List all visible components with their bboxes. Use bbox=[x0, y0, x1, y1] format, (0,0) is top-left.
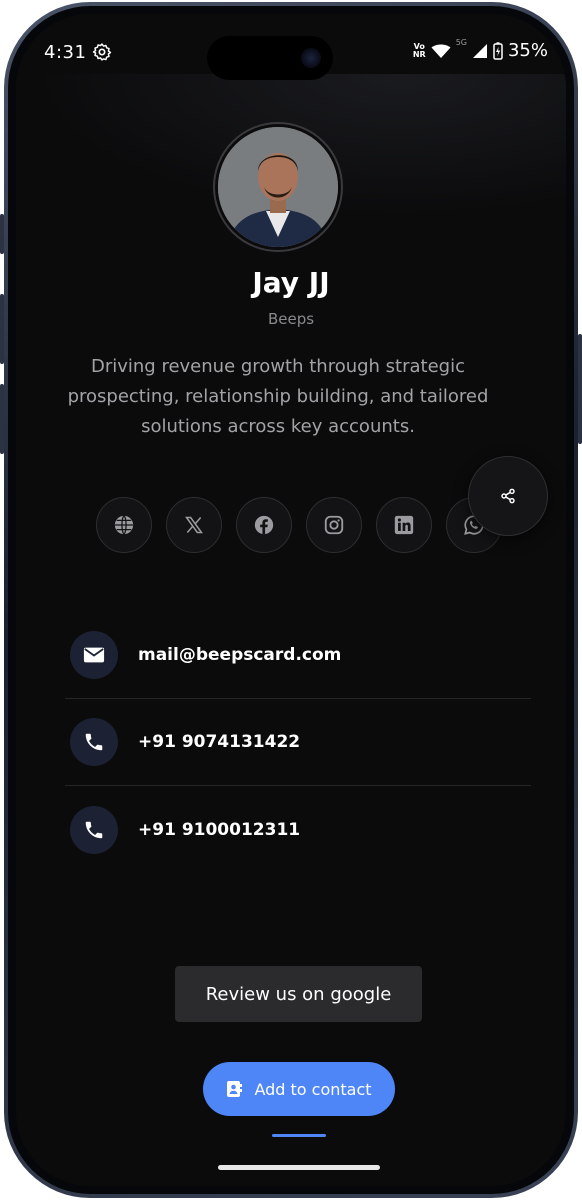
status-bar: 4:31 Vo NR 5G 35% bbox=[16, 14, 566, 80]
contact-phone-secondary-text: +91 9100012311 bbox=[138, 819, 301, 840]
power-button bbox=[578, 334, 582, 444]
cellular-signal-icon bbox=[472, 43, 487, 58]
social-links bbox=[96, 497, 502, 553]
settings-gear-icon bbox=[92, 43, 112, 61]
avatar-portrait bbox=[218, 127, 338, 247]
phone-bezel: 4:31 Vo NR 5G 35% Jay JJ Beeps Driving r… bbox=[8, 6, 574, 1194]
phone-frame: 4:31 Vo NR 5G 35% Jay JJ Beeps Driving r… bbox=[4, 2, 578, 1198]
share-icon bbox=[501, 488, 515, 504]
x-icon bbox=[185, 516, 203, 534]
profile-name: Jay JJ bbox=[252, 266, 330, 299]
facebook-link[interactable] bbox=[236, 497, 292, 553]
battery-charging-icon bbox=[493, 41, 503, 60]
screen: 4:31 Vo NR 5G 35% Jay JJ Beeps Driving r… bbox=[16, 14, 566, 1186]
wifi-icon bbox=[431, 44, 451, 58]
status-time: 4:31 bbox=[44, 42, 87, 63]
volte-indicator: Vo NR bbox=[412, 42, 426, 59]
bottom-accent-line bbox=[272, 1134, 326, 1137]
profile-avatar bbox=[218, 127, 338, 247]
profile-company: Beeps bbox=[267, 310, 315, 328]
contact-icon-circle bbox=[70, 718, 118, 766]
review-google-button[interactable]: Review us on google bbox=[175, 966, 422, 1022]
contact-row-email[interactable]: mail@beepscard.com bbox=[65, 612, 531, 699]
facebook-icon bbox=[254, 515, 274, 535]
instagram-icon bbox=[324, 515, 344, 535]
contact-list: mail@beepscard.com +91 9074131422 +91 91… bbox=[65, 612, 531, 873]
contact-icon-circle bbox=[70, 805, 118, 854]
globe-icon bbox=[114, 515, 134, 535]
contact-card-icon bbox=[227, 1081, 243, 1097]
phone-icon bbox=[85, 821, 103, 838]
front-camera bbox=[301, 48, 321, 68]
x-link[interactable] bbox=[166, 497, 222, 553]
contact-row-phone-secondary[interactable]: +91 9100012311 bbox=[65, 786, 531, 873]
instagram-link[interactable] bbox=[306, 497, 362, 553]
profile-avatar-ring bbox=[213, 122, 343, 252]
share-button[interactable] bbox=[468, 456, 548, 536]
contact-email-text: mail@beepscard.com bbox=[138, 645, 342, 665]
profile-bio: Driving revenue growth through strategic… bbox=[67, 356, 489, 437]
signal-type-label: 5G bbox=[455, 38, 467, 47]
home-indicator[interactable] bbox=[218, 1165, 380, 1170]
globe-link[interactable] bbox=[96, 497, 152, 553]
phone-icon bbox=[85, 733, 103, 751]
contact-row-phone[interactable]: +91 9074131422 bbox=[65, 699, 531, 786]
add-to-contact-button[interactable]: Add to contact bbox=[203, 1062, 395, 1116]
contact-phone-text: +91 9074131422 bbox=[138, 732, 301, 752]
linkedin-icon bbox=[394, 515, 414, 535]
linkedin-link[interactable] bbox=[376, 497, 432, 553]
dynamic-island bbox=[207, 36, 333, 80]
mail-icon bbox=[83, 647, 105, 663]
battery-percent: 35% bbox=[507, 40, 548, 61]
add-to-contact-label: Add to contact bbox=[254, 1079, 372, 1099]
volte-bottom-text: NR bbox=[412, 49, 426, 59]
contact-icon-circle bbox=[70, 631, 118, 679]
status-icons: Vo NR 5G 35% bbox=[412, 38, 548, 61]
